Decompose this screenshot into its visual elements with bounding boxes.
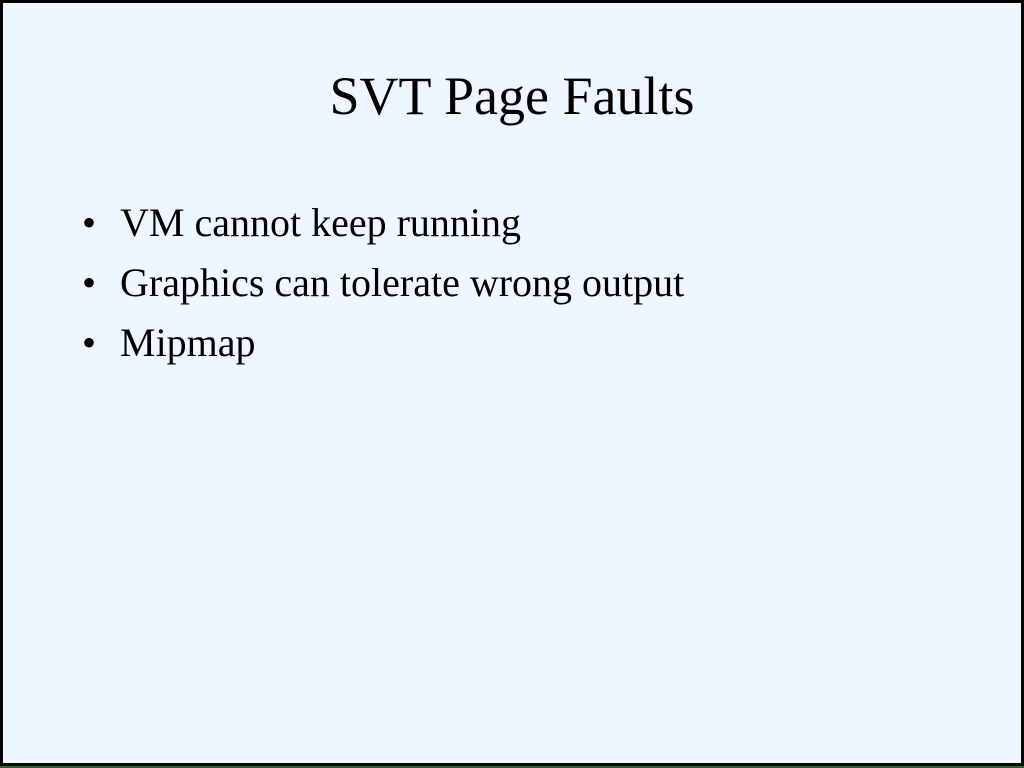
slide-title: SVT Page Faults <box>329 66 695 126</box>
bullet-marker: • <box>82 320 97 365</box>
bullet-text: Mipmap <box>120 320 256 365</box>
slide: SVT Page Faults • VM cannot keep running… <box>3 3 1021 763</box>
bullet-marker: • <box>82 260 97 305</box>
bullet-text: Graphics can tolerate wrong output <box>120 260 685 305</box>
bullet-marker: • <box>82 200 97 245</box>
bullet-text: VM cannot keep running <box>120 200 522 245</box>
